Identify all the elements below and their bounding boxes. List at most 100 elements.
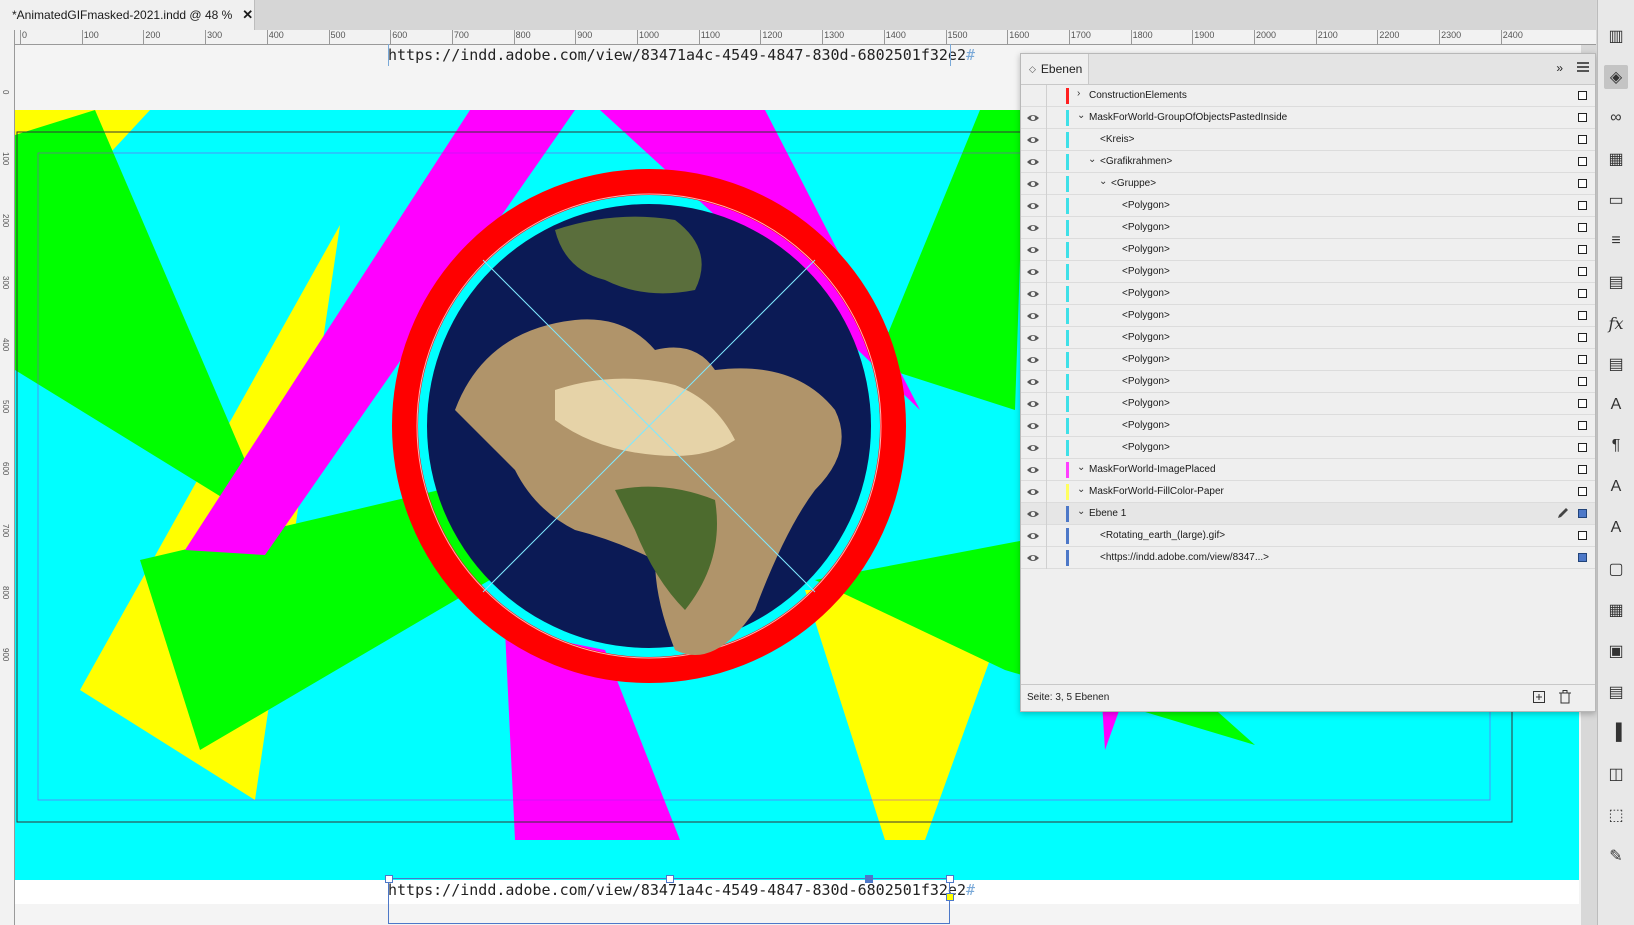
text-wrap-icon[interactable]: ▤ [1604, 270, 1628, 294]
layer-row[interactable]: <Polygon> [1021, 195, 1595, 217]
layer-row[interactable]: <Polygon> [1021, 327, 1595, 349]
collapse-arrow-icon[interactable]: ⌄ [1077, 110, 1085, 121]
layer-row[interactable]: <Polygon> [1021, 283, 1595, 305]
visibility-eye-icon[interactable] [1026, 507, 1040, 521]
visibility-eye-icon[interactable] [1026, 111, 1040, 125]
visibility-eye-icon[interactable] [1026, 353, 1040, 367]
selection-indicator[interactable] [1578, 377, 1587, 386]
selection-handle[interactable] [385, 875, 393, 883]
selection-indicator[interactable] [1578, 531, 1587, 540]
layer-row[interactable]: <Rotating_earth_(large).gif> [1021, 525, 1595, 547]
visibility-eye-icon[interactable] [1026, 463, 1040, 477]
table-styles-icon[interactable]: ▤ [1604, 680, 1628, 704]
visibility-eye-icon[interactable] [1026, 309, 1040, 323]
expand-arrow-icon[interactable]: › [1077, 88, 1080, 99]
character-icon[interactable]: A [1604, 475, 1628, 499]
visibility-eye-icon[interactable] [1026, 265, 1040, 279]
paragraph-icon[interactable]: ¶ [1604, 434, 1628, 458]
url-text-frame-top[interactable]: https://indd.adobe.com/view/83471a4c-454… [388, 46, 975, 64]
layer-row[interactable]: <Kreis> [1021, 129, 1595, 151]
visibility-eye-icon[interactable] [1026, 397, 1040, 411]
swatches-icon[interactable]: ▦ [1604, 147, 1628, 171]
layer-row[interactable]: <Polygon> [1021, 305, 1595, 327]
layer-row[interactable]: <https://indd.adobe.com/view/8347...> [1021, 547, 1595, 569]
scripts-icon[interactable]: ✎ [1604, 844, 1628, 868]
collapse-arrow-icon[interactable]: ⌄ [1077, 506, 1085, 517]
effects-icon[interactable]: fx [1604, 311, 1628, 335]
align-icon[interactable]: ▐ [1604, 721, 1628, 745]
horizontal-ruler[interactable]: 0 100 200 300 400 500 600 700 800 900 1000 1100 1200… [14, 30, 1596, 45]
selection-indicator[interactable] [1578, 421, 1587, 430]
selection-indicator[interactable] [1578, 399, 1587, 408]
transform-icon[interactable]: ⬚ [1604, 803, 1628, 827]
visibility-eye-icon[interactable] [1026, 419, 1040, 433]
selection-handle[interactable] [666, 875, 674, 883]
visibility-eye-icon[interactable] [1026, 331, 1040, 345]
glyphs-icon[interactable]: A [1604, 516, 1628, 540]
layer-row[interactable]: <Polygon> [1021, 349, 1595, 371]
stroke-icon[interactable]: ≡ [1604, 229, 1628, 253]
pages-icon[interactable]: ▥ [1604, 24, 1628, 48]
visibility-eye-icon[interactable] [1026, 529, 1040, 543]
selected-frame-outline[interactable] [388, 878, 950, 924]
layers-panel-tab[interactable]: ◇ Ebenen [1021, 54, 1089, 84]
collapse-arrow-icon[interactable]: ⌄ [1077, 462, 1085, 473]
selection-indicator[interactable] [1578, 487, 1587, 496]
layer-row[interactable]: ⌄ MaskForWorld-GroupOfObjectsPastedInside [1021, 107, 1595, 129]
new-layer-icon[interactable] [1533, 691, 1545, 703]
selection-indicator[interactable] [1578, 245, 1587, 254]
vertical-ruler[interactable]: 0 100 200 300 400 500 600 700 800 900 [0, 30, 15, 925]
collapse-panel-icon[interactable]: » [1556, 61, 1563, 75]
visibility-eye-icon[interactable] [1026, 551, 1040, 565]
layer-row[interactable]: <Polygon> [1021, 217, 1595, 239]
visibility-eye-icon[interactable] [1026, 243, 1040, 257]
selection-indicator[interactable] [1578, 509, 1587, 518]
pathfinder-icon[interactable]: ◫ [1604, 762, 1628, 786]
out-port[interactable] [946, 893, 954, 901]
layer-row[interactable]: <Polygon> [1021, 437, 1595, 459]
visibility-eye-icon[interactable] [1026, 133, 1040, 147]
layer-row[interactable]: <Polygon> [1021, 393, 1595, 415]
visibility-eye-icon[interactable] [1026, 199, 1040, 213]
selection-indicator[interactable] [1578, 201, 1587, 210]
layer-row[interactable]: ⌄ <Gruppe> [1021, 173, 1595, 195]
layer-row[interactable]: ⌄ MaskForWorld-ImagePlaced [1021, 459, 1595, 481]
collapse-arrow-icon[interactable]: ⌄ [1077, 484, 1085, 495]
document-tab[interactable]: *AnimatedGIFmasked-2021.indd @ 48 % ✕ [0, 0, 255, 30]
layer-row[interactable]: <Polygon> [1021, 415, 1595, 437]
visibility-eye-icon[interactable] [1026, 441, 1040, 455]
selection-indicator[interactable] [1578, 135, 1587, 144]
selection-indicator[interactable] [1578, 157, 1587, 166]
selection-indicator[interactable] [1578, 465, 1587, 474]
selection-indicator[interactable] [1578, 113, 1587, 122]
selection-indicator[interactable] [1578, 223, 1587, 232]
align-text-icon[interactable]: ▤ [1604, 352, 1628, 376]
selection-indicator[interactable] [1578, 289, 1587, 298]
selection-handle[interactable] [946, 875, 954, 883]
visibility-eye-icon[interactable] [1026, 287, 1040, 301]
layers-icon[interactable]: ◈ [1604, 65, 1628, 89]
selection-indicator[interactable] [1578, 179, 1587, 188]
selection-indicator[interactable] [1578, 267, 1587, 276]
table-icon[interactable]: ▦ [1604, 598, 1628, 622]
visibility-eye-icon[interactable] [1026, 155, 1040, 169]
visibility-eye-icon[interactable] [1026, 375, 1040, 389]
layer-row[interactable]: › ConstructionElements [1021, 85, 1595, 107]
close-tab-icon[interactable]: ✕ [242, 7, 253, 23]
layer-row[interactable]: ⌄ Ebene 1 [1021, 503, 1595, 525]
selection-handle[interactable] [865, 875, 873, 883]
selection-indicator[interactable] [1578, 311, 1587, 320]
character-styles-icon[interactable]: A [1604, 393, 1628, 417]
layer-row[interactable]: <Polygon> [1021, 261, 1595, 283]
layer-row[interactable]: ⌄ MaskForWorld-FillColor-Paper [1021, 481, 1595, 503]
visibility-eye-icon[interactable] [1026, 221, 1040, 235]
selection-indicator[interactable] [1578, 91, 1587, 100]
selection-indicator[interactable] [1578, 333, 1587, 342]
layer-row[interactable]: ⌄ <Grafikrahmen> [1021, 151, 1595, 173]
delete-layer-icon[interactable] [1559, 690, 1571, 704]
links-icon[interactable]: ∞ [1604, 106, 1628, 130]
collapse-arrow-icon[interactable]: ⌄ [1099, 176, 1107, 187]
object-styles-icon[interactable]: ▢ [1604, 557, 1628, 581]
selection-indicator[interactable] [1578, 355, 1587, 364]
visibility-eye-icon[interactable] [1026, 485, 1040, 499]
